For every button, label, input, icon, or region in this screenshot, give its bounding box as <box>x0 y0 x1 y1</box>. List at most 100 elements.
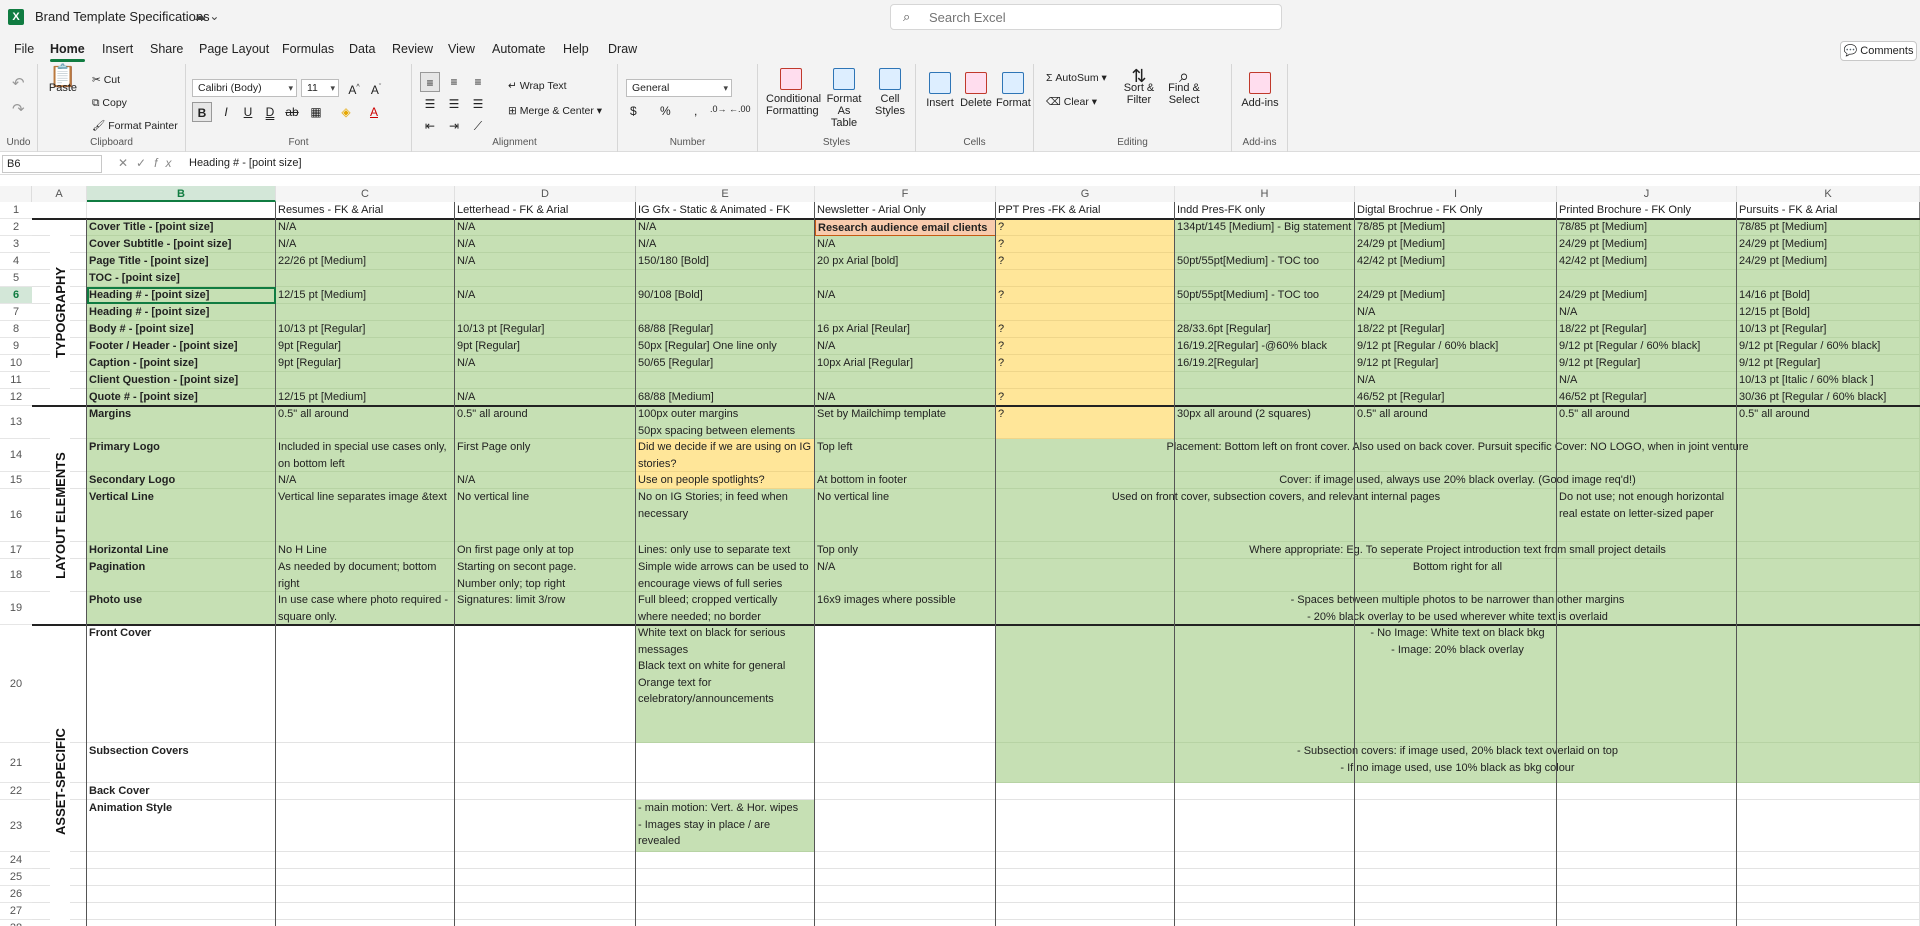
bold-button[interactable]: B <box>192 102 212 122</box>
clear-button[interactable]: ⌫ Clear ▾ <box>1046 96 1097 108</box>
cell-j6-value[interactable]: 24/29 pt [Medium] <box>1557 287 1737 304</box>
cell-k24[interactable] <box>1737 852 1920 869</box>
row-label-13[interactable]: Margins <box>87 406 276 439</box>
cell-j11-value[interactable]: N/A <box>1557 372 1737 389</box>
cell-h22[interactable] <box>1175 783 1355 800</box>
cell-j2-value[interactable]: 78/85 pt [Medium] <box>1557 219 1737 236</box>
cell-f18-value[interactable]: N/A <box>815 559 996 592</box>
cell-j27[interactable] <box>1557 903 1737 920</box>
increase-indent-icon[interactable]: ⇥ <box>444 116 464 136</box>
cell-j23[interactable] <box>1557 800 1737 852</box>
cell-d4-value[interactable]: N/A <box>455 253 636 270</box>
cell-j24[interactable] <box>1557 852 1737 869</box>
cell-c19-value[interactable]: In use case where photo required - square… <box>276 592 455 625</box>
merge-center-button[interactable]: ⊞ Merge & Center ▾ <box>508 105 602 117</box>
cell-f26[interactable] <box>815 886 996 903</box>
cell-f10-value[interactable]: 10px Arial [Regular] <box>815 355 996 372</box>
cell-k10-value[interactable]: 9/12 pt [Regular] <box>1737 355 1920 372</box>
cell-d23[interactable] <box>455 800 636 852</box>
row-header-24[interactable]: 24 <box>0 852 32 869</box>
delete-cells-button[interactable]: Delete <box>960 72 992 109</box>
row-label-9[interactable]: Footer / Header - [point size] <box>87 338 276 355</box>
cell-e23-value[interactable]: - main motion: Vert. & Hor. wipes - Image… <box>636 800 815 852</box>
cell-d17-value[interactable]: On first page only at top <box>455 542 636 559</box>
cell-f15-value[interactable]: At bottom in footer <box>815 472 996 489</box>
cell-k11-value[interactable]: 10/13 pt [Italic / 60% black ] <box>1737 372 1920 389</box>
cell-f21[interactable] <box>815 743 996 783</box>
cell-d26[interactable] <box>455 886 636 903</box>
cell-g22[interactable] <box>996 783 1175 800</box>
cell-c20[interactable] <box>276 625 455 743</box>
cell-j5[interactable] <box>1557 270 1737 287</box>
cell-k3-value[interactable]: 24/29 pt [Medium] <box>1737 236 1920 253</box>
search-input[interactable] <box>929 8 1269 26</box>
cell-d14-value[interactable]: First Page only <box>455 439 636 472</box>
cell-i9-value[interactable]: 9/12 pt [Regular / 60% black] <box>1355 338 1557 355</box>
cell-g11[interactable] <box>996 372 1175 389</box>
row-header-10[interactable]: 10 <box>0 355 32 372</box>
cell-i6-value[interactable]: 24/29 pt [Medium] <box>1355 287 1557 304</box>
cell-c24[interactable] <box>276 852 455 869</box>
orientation-icon[interactable]: ⟋ <box>468 116 488 136</box>
cell-i27[interactable] <box>1355 903 1557 920</box>
cell-k12-value[interactable]: 30/36 pt [Regular / 60% black] <box>1737 389 1920 406</box>
cell-f5[interactable] <box>815 270 996 287</box>
cell-b28[interactable] <box>87 920 276 926</box>
cell-d9-value[interactable]: 9pt [Regular] <box>455 338 636 355</box>
cell-j28[interactable] <box>1557 920 1737 926</box>
cell-h11[interactable] <box>1175 372 1355 389</box>
cell-i28[interactable] <box>1355 920 1557 926</box>
cell-j9-value[interactable]: 9/12 pt [Regular / 60% black] <box>1557 338 1737 355</box>
row-label-14[interactable]: Primary Logo <box>87 439 276 472</box>
cell-g3-value[interactable]: ? <box>996 236 1175 253</box>
row-header-12[interactable]: 12 <box>0 389 32 406</box>
cell-f27[interactable] <box>815 903 996 920</box>
cell-f28[interactable] <box>815 920 996 926</box>
cell-g23[interactable] <box>996 800 1175 852</box>
cell-c18-value[interactable]: As needed by document; bottom right <box>276 559 455 592</box>
cell-h13-value[interactable]: 30px all around (2 squares) <box>1175 406 1355 439</box>
cell-i5[interactable] <box>1355 270 1557 287</box>
cell-j4-value[interactable]: 42/42 pt [Medium] <box>1557 253 1737 270</box>
row-header-20[interactable]: 20 <box>0 625 32 743</box>
align-bottom-icon[interactable]: ≡ <box>468 72 488 92</box>
cell-k4-value[interactable]: 24/29 pt [Medium] <box>1737 253 1920 270</box>
cell-h9-value[interactable]: 16/19.2[Regular] -@60% black <box>1175 338 1355 355</box>
cell-e8-value[interactable]: 68/88 [Regular] <box>636 321 815 338</box>
cell-k9-value[interactable]: 9/12 pt [Regular / 60% black] <box>1737 338 1920 355</box>
tab-help[interactable]: Help <box>563 42 589 56</box>
cell-d24[interactable] <box>455 852 636 869</box>
cell-d15-value[interactable]: N/A <box>455 472 636 489</box>
cell-e17-value[interactable]: Lines: only use to separate text <box>636 542 815 559</box>
decimal-buttons[interactable]: .0→ ←.00 <box>710 104 751 114</box>
cell-c12-value[interactable]: 12/15 pt [Medium] <box>276 389 455 406</box>
select-all-corner[interactable] <box>0 186 32 202</box>
tab-home[interactable]: Home <box>50 42 85 62</box>
row-label-18[interactable]: Pagination <box>87 559 276 592</box>
cell-g5[interactable] <box>996 270 1175 287</box>
cell-i10-value[interactable]: 9/12 pt [Regular] <box>1355 355 1557 372</box>
paste-button[interactable]: 📋 Paste <box>46 65 80 95</box>
cell-e7[interactable] <box>636 304 815 321</box>
cell-c2-value[interactable]: N/A <box>276 219 455 236</box>
number-format-buttons[interactable]: $ % , <box>630 104 707 118</box>
cell-k25[interactable] <box>1737 869 1920 886</box>
row-label-22[interactable]: Back Cover <box>87 783 276 800</box>
cell-h5[interactable] <box>1175 270 1355 287</box>
cell-c7[interactable] <box>276 304 455 321</box>
cell-k22[interactable] <box>1737 783 1920 800</box>
cell-e6-value[interactable]: 90/108 [Bold] <box>636 287 815 304</box>
font-family-dropdown[interactable]: Calibri (Body) <box>192 79 297 97</box>
borders-icon[interactable]: ▦ <box>306 102 326 122</box>
cell-f8-value[interactable]: 16 px Arial [Reular] <box>815 321 996 338</box>
cell-f22[interactable] <box>815 783 996 800</box>
row-label-5[interactable]: TOC - [point size] <box>87 270 276 287</box>
row-header-22[interactable]: 22 <box>0 783 32 800</box>
cell-c11[interactable] <box>276 372 455 389</box>
cell-f19-value[interactable]: 16x9 images where possible <box>815 592 996 625</box>
strikethrough-button[interactable]: ab <box>282 102 302 122</box>
cell-e21[interactable] <box>636 743 815 783</box>
cell-g17-value[interactable]: Where appropriate: Eg. To seperate Proje… <box>996 542 1920 559</box>
cell-c5[interactable] <box>276 270 455 287</box>
cell-g15-value[interactable]: Cover: if image used, always use 20% bla… <box>996 472 1920 489</box>
